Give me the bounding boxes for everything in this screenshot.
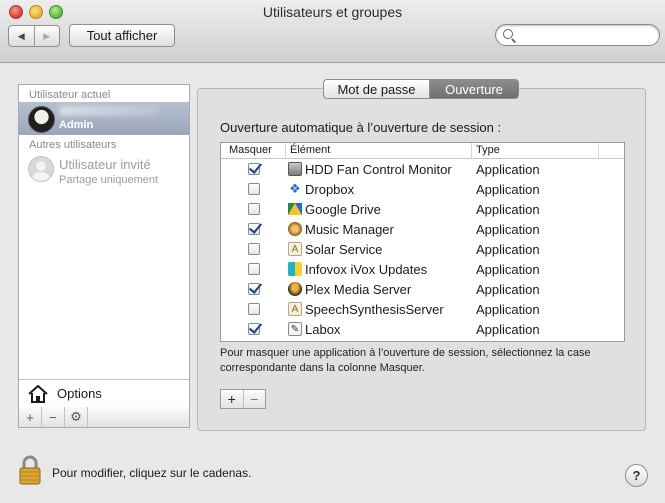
- hide-checkbox[interactable]: [247, 303, 260, 315]
- remove-login-item-button[interactable]: −: [242, 390, 266, 408]
- item-name: HDD Fan Control Monitor: [305, 161, 452, 177]
- back-button[interactable]: ◀: [9, 26, 34, 46]
- hide-checkbox[interactable]: [247, 323, 260, 335]
- table-row[interactable]: Music Manager Application: [221, 219, 624, 239]
- options-label: Options: [57, 386, 102, 401]
- dropbox-icon: ❖: [289, 181, 301, 196]
- table-row[interactable]: ❖ Dropbox Application: [221, 179, 624, 199]
- chevron-right-icon: ▶: [43, 30, 51, 41]
- hide-checkbox[interactable]: [247, 183, 260, 195]
- hide-checkbox[interactable]: [247, 283, 260, 295]
- hide-checkbox[interactable]: [247, 163, 260, 175]
- sidebar-item-admin[interactable]: Admin: [19, 102, 189, 135]
- home-icon: [28, 385, 48, 403]
- item-type: Application: [476, 181, 540, 197]
- column-header-item[interactable]: Élément: [286, 143, 472, 158]
- item-type: Application: [476, 241, 540, 257]
- music-manager-icon: [288, 222, 302, 236]
- hide-checkbox[interactable]: [247, 223, 260, 235]
- table-row[interactable]: Infovox iVox Updates Application: [221, 259, 624, 279]
- gear-icon[interactable]: ⚙: [65, 407, 88, 427]
- window-title: Utilisateurs et groupes: [262, 4, 403, 20]
- speech-server-icon: A: [288, 302, 302, 316]
- item-type: Application: [476, 301, 540, 317]
- add-user-button[interactable]: +: [19, 407, 42, 427]
- item-name: Google Drive: [305, 201, 381, 217]
- sidebar-item-options[interactable]: Options: [19, 379, 189, 408]
- google-drive-icon: [288, 203, 302, 215]
- table-row[interactable]: Google Drive Application: [221, 199, 624, 219]
- item-type: Application: [476, 221, 540, 237]
- column-header-hide[interactable]: Masquer: [221, 143, 286, 158]
- current-user-header: Utilisateur actuel: [29, 89, 111, 101]
- help-button[interactable]: ?: [625, 464, 648, 487]
- item-name: SpeechSynthesisServer: [305, 301, 444, 317]
- user-name: Admin: [59, 119, 94, 131]
- lock-message: Pour modifier, cliquez sur le cadenas.: [52, 466, 252, 480]
- lock-icon[interactable]: [18, 455, 42, 485]
- tab-login-items[interactable]: Ouverture: [430, 79, 519, 99]
- blurred-full-name: [59, 106, 159, 116]
- table-row[interactable]: Plex Media Server Application: [221, 279, 624, 299]
- hide-checkbox[interactable]: [247, 203, 260, 215]
- hide-hint-text: Pour masquer une application à l’ouvertu…: [220, 347, 591, 374]
- item-type: Application: [476, 161, 540, 177]
- window-titlebar: Utilisateurs et groupes ◀ ▶ Tout affiche…: [0, 0, 665, 63]
- table-row[interactable]: A SpeechSynthesisServer Application: [221, 299, 624, 319]
- sidebar-toolbar: + − ⚙: [18, 407, 190, 428]
- search-field[interactable]: [495, 24, 660, 46]
- remove-user-button[interactable]: −: [42, 407, 65, 427]
- item-type: Application: [476, 261, 540, 277]
- item-type: Application: [476, 321, 540, 337]
- table-row[interactable]: HDD Fan Control Monitor Application: [221, 159, 624, 179]
- infovox-icon: [288, 262, 302, 276]
- item-type: Application: [476, 281, 540, 297]
- table-header: Masquer Élément Type: [221, 143, 624, 159]
- login-items-table: Masquer Élément Type HDD Fan Control Mon…: [220, 142, 625, 342]
- forward-button[interactable]: ▶: [33, 26, 60, 46]
- table-row[interactable]: ✎ Labox Application: [221, 319, 624, 339]
- tab-password[interactable]: Mot de passe: [323, 79, 430, 99]
- hdd-icon: [288, 162, 302, 176]
- other-users-header: Autres utilisateurs: [29, 139, 117, 151]
- users-sidebar: Utilisateur actuel Admin Autres utilisat…: [18, 84, 190, 408]
- column-header-type[interactable]: Type: [472, 143, 599, 158]
- sidebar-item-guest[interactable]: Utilisateur invité Partage uniquement: [19, 152, 189, 188]
- chevron-left-icon: ◀: [17, 30, 25, 41]
- hide-checkbox[interactable]: [247, 263, 260, 275]
- item-name: Dropbox: [305, 181, 355, 197]
- user-name: Utilisateur invité: [59, 157, 151, 172]
- item-name: Labox: [305, 321, 341, 337]
- add-login-item-button[interactable]: +: [221, 390, 243, 408]
- item-name: Solar Service: [305, 241, 383, 257]
- item-name: Music Manager: [305, 221, 394, 237]
- search-icon: [503, 29, 513, 39]
- show-all-button[interactable]: Tout afficher: [69, 24, 175, 47]
- item-type: Application: [476, 201, 540, 217]
- avatar: [28, 106, 55, 133]
- user-subtitle: Partage uniquement: [59, 174, 159, 186]
- tab-bar: Mot de passe Ouverture: [323, 79, 519, 99]
- hide-checkbox[interactable]: [247, 243, 260, 255]
- login-items-add-remove: + −: [220, 389, 266, 409]
- guest-avatar: [28, 156, 54, 182]
- plex-icon: [288, 282, 302, 296]
- item-name: Plex Media Server: [305, 281, 412, 297]
- solar-service-icon: A: [288, 242, 302, 256]
- labox-icon: ✎: [288, 322, 302, 336]
- nav-button-group: ◀ ▶: [8, 25, 60, 47]
- login-items-heading: Ouverture automatique à l’ouverture de s…: [220, 120, 502, 135]
- item-name: Infovox iVox Updates: [305, 261, 428, 277]
- table-row[interactable]: A Solar Service Application: [221, 239, 624, 259]
